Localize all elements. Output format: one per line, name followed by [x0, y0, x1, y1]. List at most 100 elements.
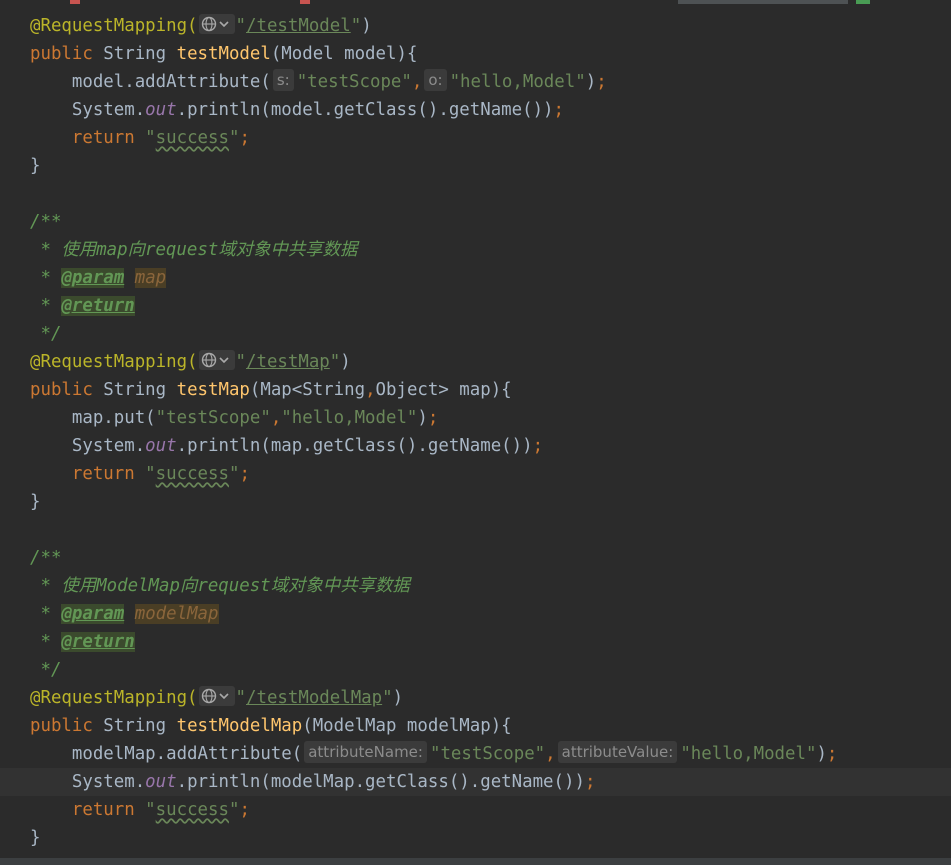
- code-line-content: model.addAttribute(s: "testScope", o: "hell…: [30, 68, 607, 96]
- code-token: "testScope": [296, 72, 412, 92]
- code-line-content: return "success";: [30, 460, 250, 488]
- code-token: ": [228, 464, 240, 484]
- code-token: out: [145, 772, 177, 792]
- code-token: ": [235, 16, 247, 36]
- code-line[interactable]: * @return: [0, 292, 951, 320]
- code-token: "testScope": [429, 744, 546, 764]
- code-line-content: }: [30, 824, 40, 852]
- code-line[interactable]: return "success";: [0, 124, 951, 152]
- code-token: .println(map.getClass().getName()): [176, 436, 533, 456]
- code-token: return: [30, 128, 146, 148]
- code-line-content: * @param map: [30, 264, 167, 292]
- code-line[interactable]: * @param map: [0, 264, 951, 292]
- globe-icon[interactable]: [198, 350, 235, 370]
- code-line[interactable]: * 使用ModelMap向request域对象中共享数据: [0, 572, 951, 600]
- code-line[interactable]: System.out.println(map.getClass().getNam…: [0, 432, 951, 460]
- globe-icon[interactable]: [198, 14, 235, 34]
- globe-icon[interactable]: [198, 686, 235, 706]
- code-token: "hello,Model": [680, 744, 817, 764]
- code-token: ": [145, 464, 156, 484]
- code-line[interactable]: [0, 180, 951, 208]
- code-token: @param: [61, 268, 125, 288]
- code-token: map: [134, 268, 167, 288]
- code-line[interactable]: System.out.println(model.getClass().getN…: [0, 96, 951, 124]
- code-line[interactable]: model.addAttribute(s: "testScope", o: "hell…: [0, 68, 951, 96]
- code-line[interactable]: @RequestMapping("/testModel"): [0, 12, 951, 40]
- code-token: (Model model){: [270, 44, 418, 64]
- code-line[interactable]: public String testMap(Map<String,Object>…: [0, 376, 951, 404]
- code-token: ;: [239, 464, 250, 484]
- code-token: System.: [30, 436, 146, 456]
- code-token: success: [155, 464, 229, 484]
- code-line[interactable]: * 使用map向request域对象中共享数据: [0, 236, 951, 264]
- code-token: ,: [545, 744, 556, 764]
- code-line[interactable]: modelMap.addAttribute(attributeName: "tes…: [0, 740, 951, 768]
- code-token: ": [350, 16, 362, 36]
- code-token: ": [329, 352, 341, 372]
- code-token: * 使用ModelMap向request域对象中共享数据: [30, 576, 410, 596]
- code-token: /testMap: [246, 352, 330, 372]
- code-line[interactable]: }: [0, 488, 951, 516]
- code-token: return: [30, 800, 146, 820]
- code-line-content: * @param modelMap: [30, 600, 219, 628]
- code-token: System.: [30, 100, 146, 120]
- code-line-content: * 使用map向request域对象中共享数据: [30, 236, 357, 264]
- code-token: String: [103, 380, 177, 400]
- code-token: ,: [411, 72, 423, 92]
- code-token: ): [392, 688, 404, 708]
- code-token: String: [103, 716, 177, 736]
- code-token: map.put(: [30, 408, 156, 428]
- code-line[interactable]: System.out.println(modelMap.getClass().g…: [0, 768, 951, 796]
- code-line-content: System.out.println(map.getClass().getNam…: [30, 432, 543, 460]
- code-line[interactable]: return "success";: [0, 460, 951, 488]
- code-token: modelMap: [134, 604, 219, 624]
- code-line[interactable]: */: [0, 656, 951, 684]
- code-line[interactable]: map.put("testScope","hello,Model");: [0, 404, 951, 432]
- code-token: ": [145, 128, 156, 148]
- code-token: public: [30, 380, 104, 400]
- code-line[interactable]: public String testModel(Model model){: [0, 40, 951, 68]
- code-line[interactable]: * @return: [0, 628, 951, 656]
- code-token: ): [417, 408, 428, 428]
- code-token: testModel: [176, 44, 271, 64]
- code-token: return: [30, 464, 146, 484]
- code-line-content: */: [30, 656, 61, 684]
- code-token: @RequestMapping(: [30, 16, 198, 36]
- code-line-content: System.out.println(model.getClass().getN…: [30, 96, 564, 124]
- code-token: * 使用map向request域对象中共享数据: [30, 240, 358, 260]
- code-token: @RequestMapping(: [30, 352, 198, 372]
- tab-indicator: [300, 0, 310, 4]
- chevron-down-icon: [218, 693, 229, 700]
- chevron-down-icon: [218, 21, 229, 28]
- code-line[interactable]: /**: [0, 544, 951, 572]
- code-line[interactable]: [0, 516, 951, 544]
- code-line[interactable]: public String testModelMap(ModelMap mode…: [0, 712, 951, 740]
- code-token: ): [585, 72, 597, 92]
- code-line[interactable]: */: [0, 320, 951, 348]
- code-token: @param: [61, 604, 125, 624]
- code-line[interactable]: return "success";: [0, 796, 951, 824]
- code-line[interactable]: /**: [0, 208, 951, 236]
- code-line-content: return "success";: [30, 796, 250, 824]
- tab-indicator: [856, 0, 870, 4]
- code-line[interactable]: }: [0, 824, 951, 852]
- status-bar: [0, 858, 951, 865]
- code-token: ): [816, 744, 827, 764]
- code-token: .println(modelMap.getClass().getName()): [176, 772, 585, 792]
- code-token: out: [145, 100, 177, 120]
- code-line-content: /**: [30, 544, 61, 572]
- code-token: ,: [270, 408, 282, 428]
- code-editor[interactable]: @RequestMapping("/testModel") public Stri…: [0, 0, 951, 858]
- code-token: ": [228, 128, 240, 148]
- code-token: ;: [584, 772, 596, 792]
- code-line[interactable]: @RequestMapping("/testModelMap"): [0, 684, 951, 712]
- code-token: "testScope": [155, 408, 271, 428]
- code-token: ;: [553, 100, 564, 120]
- code-token: /**: [30, 212, 62, 232]
- code-token: }: [30, 156, 41, 176]
- code-line[interactable]: }: [0, 152, 951, 180]
- code-line[interactable]: @RequestMapping("/testMap"): [0, 348, 951, 376]
- code-line-content: @RequestMapping("/testModelMap"): [30, 684, 403, 712]
- code-line[interactable]: * @param modelMap: [0, 600, 951, 628]
